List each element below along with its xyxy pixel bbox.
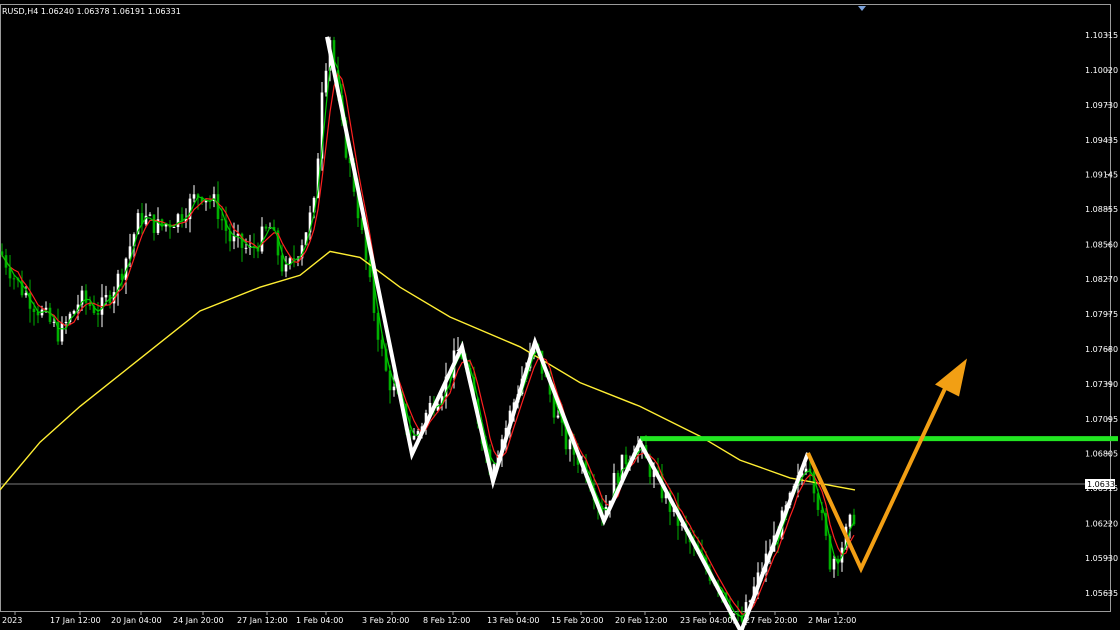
price-tick-label: 1.07680 (1085, 345, 1118, 354)
candle-body (148, 214, 152, 216)
time-tick-label: 1 Feb 04:00 (296, 616, 343, 625)
candle-body (0, 251, 4, 256)
price-tick-label: 1.07095 (1085, 415, 1118, 424)
candle-body (220, 219, 224, 221)
current-price-label: 1.06331 (1087, 480, 1120, 489)
candle-body (832, 558, 836, 570)
time-tick-label: 2 Mar 12:00 (808, 616, 856, 625)
candle-body (284, 264, 288, 272)
candle-body (32, 308, 36, 313)
time-tick-label: 20 Jan 04:00 (111, 616, 162, 625)
ma-slow-line (0, 250, 856, 491)
time-tick-label: 23 Feb 04:00 (680, 616, 732, 625)
candle-body (244, 247, 248, 249)
candle-body (264, 226, 268, 229)
time-tick-label: 13 Feb 04:00 (487, 616, 539, 625)
price-tick-label: 1.06220 (1085, 519, 1118, 528)
candle-body (324, 70, 328, 93)
candle-body (152, 214, 156, 233)
price-tick-label: 1.07975 (1085, 310, 1118, 319)
ma-fast-green-line (1, 59, 855, 618)
time-tick-label: 27 Feb 20:00 (745, 616, 797, 625)
price-tick-label: 1.10315 (1085, 31, 1118, 40)
ma-fast-red-line (1, 72, 855, 615)
projection-arrow-icon (935, 358, 967, 397)
candle-body (192, 194, 196, 199)
time-tick-label: 8 Feb 12:00 (423, 616, 470, 625)
price-tick-label: 1.09435 (1085, 136, 1118, 145)
price-tick-label: 1.09145 (1085, 171, 1118, 180)
price-tick-label: 1.05635 (1085, 589, 1118, 598)
price-tick-label: 1.05930 (1085, 554, 1118, 563)
candle-body (52, 321, 56, 323)
price-chart[interactable]: RUSD,H4 1.06240 1.06378 1.06191 1.06331 … (0, 0, 1120, 630)
price-tick-label: 1.07390 (1085, 380, 1118, 389)
candle-body (24, 293, 28, 296)
zigzag-pattern (325, 36, 810, 630)
projection-line (806, 387, 947, 574)
candle-body (412, 435, 416, 440)
candle-body (260, 226, 264, 252)
candle-body (172, 227, 176, 229)
price-tick-label: 1.09730 (1085, 101, 1118, 110)
time-tick-label: 2023 (2, 616, 22, 625)
candlestick-series (0, 36, 856, 626)
price-tick-label: 1.08560 (1085, 240, 1118, 249)
zigzag-line (325, 36, 810, 630)
time-tick-label: 20 Feb 12:00 (615, 616, 667, 625)
candle-body (176, 214, 180, 228)
time-tick-label: 17 Jan 12:00 (50, 616, 101, 625)
candle-body (60, 323, 64, 342)
plot-frame (0, 4, 1111, 612)
time-tick-label: 24 Jan 20:00 (173, 616, 224, 625)
candle-body (280, 255, 284, 272)
projection-pattern (806, 358, 967, 574)
price-tick-label: 1.08855 (1085, 205, 1118, 214)
price-tick-label: 1.06805 (1085, 450, 1118, 459)
candle-body (556, 415, 560, 418)
chart-shift-marker-icon[interactable] (858, 6, 866, 11)
candle-body (104, 294, 108, 298)
time-tick-label: 3 Feb 20:00 (362, 616, 409, 625)
time-tick-label: 27 Jan 12:00 (237, 616, 288, 625)
time-tick-label: 15 Feb 20:00 (551, 616, 603, 625)
price-tick-label: 1.10020 (1085, 66, 1118, 75)
candle-body (84, 290, 88, 303)
price-axis: 1.10315 1.10020 1.09730 1.09435 1.09145 1.088… (1085, 31, 1118, 598)
candle-body (624, 454, 628, 465)
candle-body (96, 313, 100, 315)
candle-body (64, 321, 68, 324)
chart-header: RUSD,H4 1.06240 1.06378 1.06191 1.06331 (2, 7, 181, 16)
price-tick-label: 1.08270 (1085, 275, 1118, 284)
moving-average-lines (0, 59, 856, 618)
candle-body (292, 258, 296, 260)
candle-body (12, 278, 16, 280)
candle-body (392, 386, 396, 391)
candle-body (848, 514, 852, 527)
time-axis: 2023 17 Jan 12:00 20 Jan 04:00 24 Jan 20:00… (2, 611, 856, 625)
